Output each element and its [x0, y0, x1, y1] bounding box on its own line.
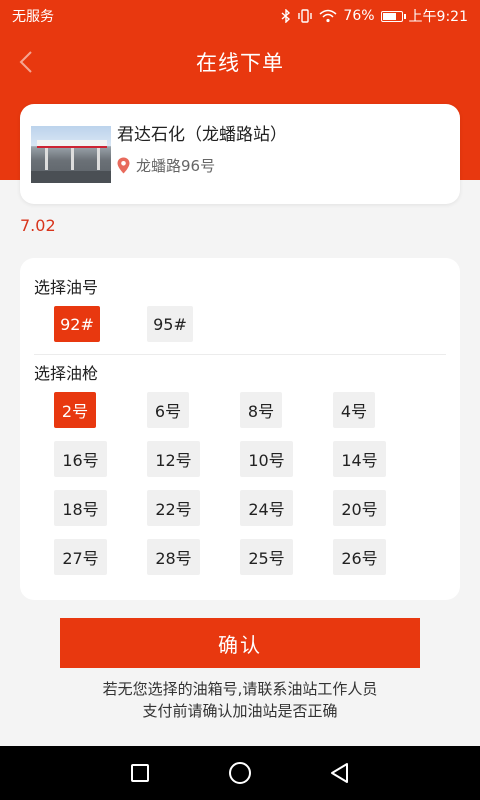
circle-icon	[229, 762, 251, 784]
bluetooth-icon	[281, 9, 291, 23]
vibrate-icon	[298, 9, 313, 23]
station-name: 君达石化（龙蟠路站）	[117, 125, 287, 145]
section-divider	[34, 354, 446, 355]
nozzle-option[interactable]: 27号	[54, 539, 107, 575]
nozzle-option[interactable]: 12号	[147, 441, 200, 477]
status-bar: 无服务 76% 上午9:21	[0, 0, 480, 32]
nozzle-option[interactable]: 22号	[147, 490, 200, 526]
home-button[interactable]	[225, 758, 255, 788]
nozzle-option[interactable]: 18号	[54, 490, 107, 526]
fuel-option-95[interactable]: 95#	[147, 306, 193, 342]
fuel-option-92[interactable]: 92#	[54, 306, 100, 342]
nozzle-option[interactable]: 26号	[333, 539, 386, 575]
confirm-button[interactable]: 确认	[60, 618, 420, 668]
nozzle-label: 选择油枪	[34, 364, 99, 383]
selection-card: 选择油号 92# 95# 选择油枪 2号 6号 8号 4号 16号 12号 10号 14号 18号…	[20, 258, 460, 600]
fuel-price: 7.02	[20, 216, 56, 235]
nozzle-option[interactable]: 8号	[240, 392, 282, 428]
station-address: 龙蟠路96号	[136, 157, 216, 175]
nozzle-option[interactable]: 24号	[240, 490, 293, 526]
station-photo	[31, 126, 111, 183]
nozzle-option[interactable]: 25号	[240, 539, 293, 575]
square-icon	[131, 764, 149, 782]
nozzle-option[interactable]: 2号	[54, 392, 96, 428]
note-line: 支付前请确认加油站是否正确	[142, 702, 338, 720]
chevron-left-icon	[19, 51, 32, 73]
nozzle-option[interactable]: 14号	[333, 441, 386, 477]
note-line: 若无您选择的油箱号,请联系油站工作人员	[102, 680, 378, 698]
status-icons: 76% 上午9:21	[281, 6, 468, 26]
nozzle-option[interactable]: 6号	[147, 392, 189, 428]
nozzle-option[interactable]: 28号	[147, 539, 200, 575]
fuel-type-label: 选择油号	[34, 278, 99, 297]
nozzle-option[interactable]: 20号	[333, 490, 386, 526]
triangle-back-icon	[331, 763, 348, 783]
system-nav-bar	[0, 746, 480, 800]
station-card[interactable]: 君达石化（龙蟠路站） 龙蟠路96号	[20, 104, 460, 204]
page-title: 在线下单	[196, 51, 284, 75]
carrier-text: 无服务	[12, 9, 54, 25]
clock: 上午9:21	[408, 9, 468, 25]
back-nav-button[interactable]	[325, 758, 355, 788]
nozzle-option[interactable]: 4号	[333, 392, 375, 428]
nav-bar: 在线下单	[0, 32, 480, 92]
station-address-row: 龙蟠路96号	[117, 155, 215, 176]
wifi-icon	[319, 9, 337, 23]
nozzle-option[interactable]: 10号	[240, 441, 293, 477]
recents-button[interactable]	[125, 758, 155, 788]
battery-percent: 76%	[343, 8, 375, 24]
battery-icon	[380, 10, 406, 22]
back-button[interactable]	[10, 46, 42, 78]
location-pin-icon	[117, 157, 130, 174]
notes: 若无您选择的油箱号,请联系油站工作人员 支付前请确认加油站是否正确	[0, 678, 480, 722]
nozzle-option[interactable]: 16号	[54, 441, 107, 477]
